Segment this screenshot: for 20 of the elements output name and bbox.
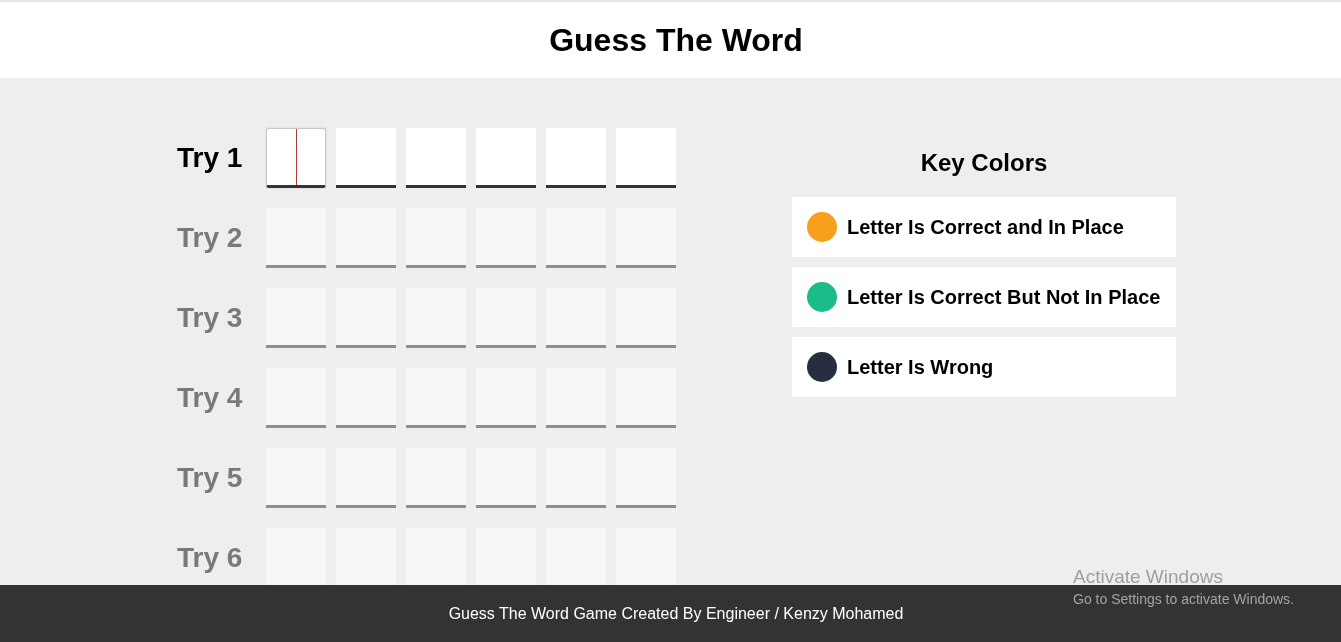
legend-label: Letter Is Wrong [847,355,994,379]
footer-text: Guess The Word Game Created By Engineer / Kenzy Mohamed [448,604,904,623]
letter-input[interactable] [336,128,396,188]
legend-label: Letter Is Correct But Not In Place [847,285,1161,309]
text-cursor-icon [296,129,297,185]
letter-input[interactable] [476,128,536,188]
try-label: Try 3 [177,302,244,334]
letter-input[interactable] [546,128,606,188]
try-label: Try 1 [177,142,244,174]
letter-input[interactable] [616,128,676,188]
try-label: Try 5 [177,462,244,494]
try-label: Try 4 [177,382,244,414]
activation-title: Activate Windows [1073,565,1224,589]
letter-input[interactable] [406,128,466,188]
activation-hint: Go to Settings to activate Windows. [1073,590,1294,609]
legend-label: Letter Is Correct and In Place [847,215,1124,239]
try-label: Try 2 [177,222,244,254]
try-label: Try 6 [177,542,244,574]
key-colors-title: Key Colors [919,148,1049,178]
page-title: Guess The Word [549,21,803,59]
